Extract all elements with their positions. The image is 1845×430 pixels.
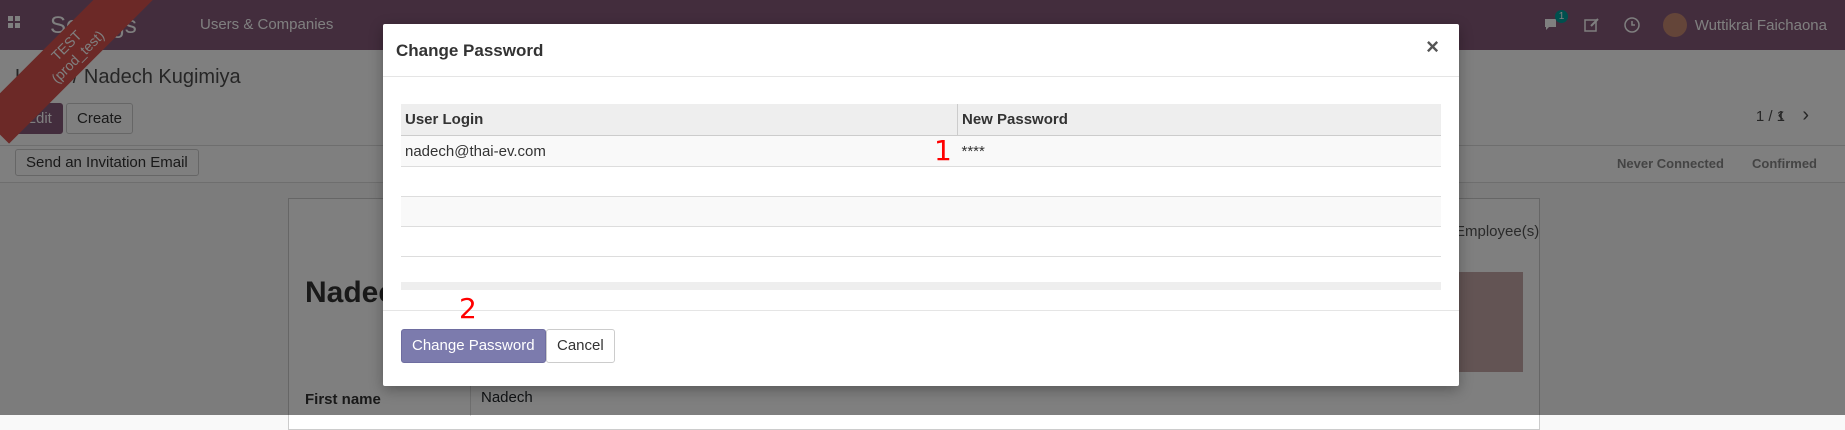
table-row [401, 196, 1441, 227]
change-password-dialog: Change Password × User Login New Passwor… [383, 24, 1459, 386]
annotation-mark-2: 2 [459, 292, 477, 325]
cancel-button[interactable]: Cancel [546, 329, 615, 363]
password-table: User Login New Password nadech@thai-ev.c… [401, 104, 1441, 257]
close-icon[interactable]: × [1426, 36, 1439, 58]
modal-header: Change Password × [383, 24, 1459, 77]
column-new-password[interactable]: New Password [957, 104, 1441, 136]
change-password-button[interactable]: Change Password [401, 329, 546, 363]
table-footer [401, 282, 1441, 290]
user-login-cell: nadech@thai-ev.com [401, 135, 958, 167]
new-password-cell[interactable]: **** [957, 135, 1441, 167]
table-row [401, 226, 1441, 257]
table-row [401, 166, 1441, 197]
column-user-login[interactable]: User Login [401, 104, 958, 136]
modal-body: User Login New Password nadech@thai-ev.c… [383, 77, 1459, 311]
table-row[interactable]: nadech@thai-ev.com **** [401, 135, 1441, 167]
modal-title: Change Password [396, 41, 544, 60]
annotation-mark-1: 1 [934, 134, 952, 167]
